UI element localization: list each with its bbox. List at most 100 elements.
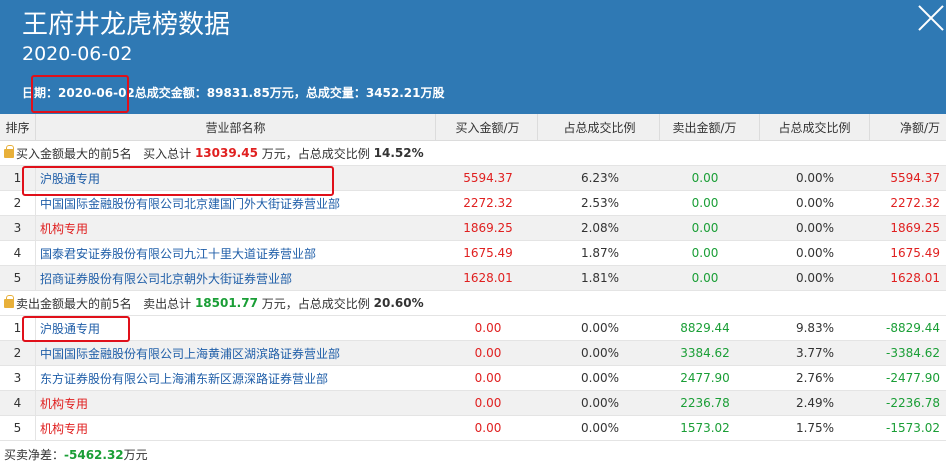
- row-rank: 4: [0, 391, 36, 415]
- net-amount: 5594.37: [890, 171, 940, 185]
- branch-link[interactable]: 中国国际金融股份有限公司北京建国门外大街证券营业部: [38, 191, 438, 215]
- table-row: 1 沪股通专用 5594.37 6.23% 0.00 0.00% 5594.37: [0, 166, 946, 191]
- buy-amount: 1628.01: [463, 271, 513, 285]
- net-amount: 2272.32: [890, 196, 940, 210]
- buy-ratio: 14.52%: [373, 146, 424, 160]
- volume-value: 3452.21万股: [365, 86, 445, 100]
- table-header: 排序 营业部名称 买入金额/万 占总成交比例 卖出金额/万 占总成交比例 净额/…: [0, 114, 946, 141]
- col-sell: 卖出金额/万: [650, 114, 760, 140]
- branch-link[interactable]: 机构专用: [38, 216, 438, 240]
- table-row: 4 机构专用 0.00 0.00% 2236.78 2.49% -2236.78: [0, 391, 946, 416]
- sell-pct: 9.83%: [795, 321, 835, 335]
- row-rank: 2: [0, 341, 36, 365]
- sell-pct: 2.49%: [795, 396, 835, 410]
- date-label: 日期：: [22, 86, 59, 100]
- row-rank: 5: [0, 266, 36, 290]
- branch-link[interactable]: 沪股通专用: [38, 316, 438, 340]
- col-name: 营业部名称: [36, 114, 436, 140]
- net-amount: 1628.01: [890, 271, 940, 285]
- branch-link[interactable]: 国泰君安证券股份有限公司九江十里大道证券营业部: [38, 241, 438, 265]
- buy-amount: 0.00: [474, 321, 502, 335]
- sell-pct: 2.76%: [795, 371, 835, 385]
- turnover-value: 89831.85万元: [206, 86, 294, 100]
- table-row: 4 国泰君安证券股份有限公司九江十里大道证券营业部 1675.49 1.87% …: [0, 241, 946, 266]
- row-rank: 3: [0, 216, 36, 240]
- summary-sep: ，: [293, 86, 306, 100]
- table-row: 2 中国国际金融股份有限公司北京建国门外大街证券营业部 2272.32 2.53…: [0, 191, 946, 216]
- dragon-tiger-table: 排序 营业部名称 买入金额/万 占总成交比例 卖出金额/万 占总成交比例 净额/…: [0, 114, 946, 441]
- sell-pct: 0.00%: [795, 271, 835, 285]
- sell-amount: 2236.78: [680, 396, 730, 410]
- buy-section-header: 买入金额最大的前5名 买入总计 13039.45 万元，占总成交比例 14.52…: [0, 141, 946, 166]
- lock-icon: [4, 295, 14, 308]
- page-date: 2020-06-02: [22, 43, 133, 65]
- close-icon[interactable]: [917, 4, 945, 32]
- net-amount: 1675.49: [890, 246, 940, 260]
- branch-link[interactable]: 东方证券股份有限公司上海浦东新区源深路证券营业部: [38, 366, 438, 390]
- net-amount: -3384.62: [886, 346, 940, 360]
- row-rank: 2: [0, 191, 36, 215]
- buy-pct: 0.00%: [580, 371, 620, 385]
- buy-pct: 2.53%: [580, 196, 620, 210]
- buy-total-value: 13039.45: [194, 146, 258, 160]
- branch-link[interactable]: 招商证券股份有限公司北京朝外大街证券营业部: [38, 266, 438, 290]
- table-row: 2 中国国际金融股份有限公司上海黄浦区湖滨路证券营业部 0.00 0.00% 3…: [0, 341, 946, 366]
- buy-amount: 0.00: [474, 371, 502, 385]
- sell-total-label: 卖出总计: [143, 296, 192, 311]
- sell-section-text: 卖出金额最大的前5名 卖出总计 18501.77 万元，占总成交比例 20.60…: [16, 291, 424, 315]
- col-sell-pct: 占总成交比例: [760, 114, 870, 140]
- col-buy: 买入金额/万: [438, 114, 538, 140]
- sell-pct: 1.75%: [795, 421, 835, 435]
- net-diff-label: 买卖净差：: [4, 448, 65, 462]
- buy-amount: 0.00: [474, 396, 502, 410]
- sell-pct: 0.00%: [795, 171, 835, 185]
- row-rank: 4: [0, 241, 36, 265]
- buy-pct: 1.87%: [580, 246, 620, 260]
- table-row: 5 机构专用 0.00 0.00% 1573.02 1.75% -1573.02: [0, 416, 946, 441]
- branch-link[interactable]: 机构专用: [38, 416, 438, 440]
- trade-summary: 日期：2020-06-02总成交金额：89831.85万元，总成交量：3452.…: [22, 85, 445, 101]
- sell-ratio: 20.60%: [373, 296, 424, 310]
- table-row: 1 沪股通专用 0.00 0.00% 8829.44 9.83% -8829.4…: [0, 316, 946, 341]
- buy-pct: 6.23%: [580, 171, 620, 185]
- sell-amount: 0.00: [691, 196, 719, 210]
- buy-pct: 0.00%: [580, 396, 620, 410]
- buy-section-prefix: 买入金额最大的前5名: [16, 146, 132, 161]
- buy-pct: 0.00%: [580, 421, 620, 435]
- buy-section-text: 买入金额最大的前5名 买入总计 13039.45 万元，占总成交比例 14.52…: [16, 141, 424, 165]
- branch-link[interactable]: 沪股通专用: [38, 166, 438, 190]
- lock-icon: [4, 145, 14, 158]
- sell-amount: 8829.44: [680, 321, 730, 335]
- dialog-header: 王府井龙虎榜数据 2020-06-02 日期：2020-06-02总成交金额：8…: [0, 0, 946, 114]
- buy-pct: 0.00%: [580, 321, 620, 335]
- buy-amount: 5594.37: [463, 171, 513, 185]
- sell-total-value: 18501.77: [194, 296, 258, 310]
- buy-pct: 2.08%: [580, 221, 620, 235]
- sell-amount: 2477.90: [680, 371, 730, 385]
- date-value: 2020-06-02: [58, 86, 135, 100]
- net-diff-value: -5462.32: [64, 448, 124, 462]
- sell-amount: 0.00: [691, 246, 719, 260]
- row-rank: 1: [0, 316, 36, 340]
- volume-label: 总成交量：: [305, 86, 366, 100]
- sell-amount: 3384.62: [680, 346, 730, 360]
- col-net: 净额/万: [899, 120, 940, 135]
- net-amount: -8829.44: [886, 321, 940, 335]
- branch-link[interactable]: 机构专用: [38, 391, 438, 415]
- net-difference: 买卖净差：-5462.32万元: [4, 446, 148, 463]
- table-row: 3 机构专用 1869.25 2.08% 0.00 0.00% 1869.25: [0, 216, 946, 241]
- buy-unit-text: 万元，占总成交比例: [261, 146, 370, 161]
- col-buy-pct: 占总成交比例: [540, 114, 660, 140]
- sell-pct: 3.77%: [795, 346, 835, 360]
- branch-link[interactable]: 中国国际金融股份有限公司上海黄浦区湖滨路证券营业部: [38, 341, 438, 365]
- net-amount: -1573.02: [886, 421, 940, 435]
- buy-amount: 0.00: [474, 346, 502, 360]
- buy-amount: 1675.49: [463, 246, 513, 260]
- sell-pct: 0.00%: [795, 221, 835, 235]
- row-rank: 5: [0, 416, 36, 440]
- sell-amount: 0.00: [691, 171, 719, 185]
- sell-amount: 1573.02: [680, 421, 730, 435]
- buy-amount: 2272.32: [463, 196, 513, 210]
- sell-section-header: 卖出金额最大的前5名 卖出总计 18501.77 万元，占总成交比例 20.60…: [0, 291, 946, 316]
- table-row: 5 招商证券股份有限公司北京朝外大街证券营业部 1628.01 1.81% 0.…: [0, 266, 946, 291]
